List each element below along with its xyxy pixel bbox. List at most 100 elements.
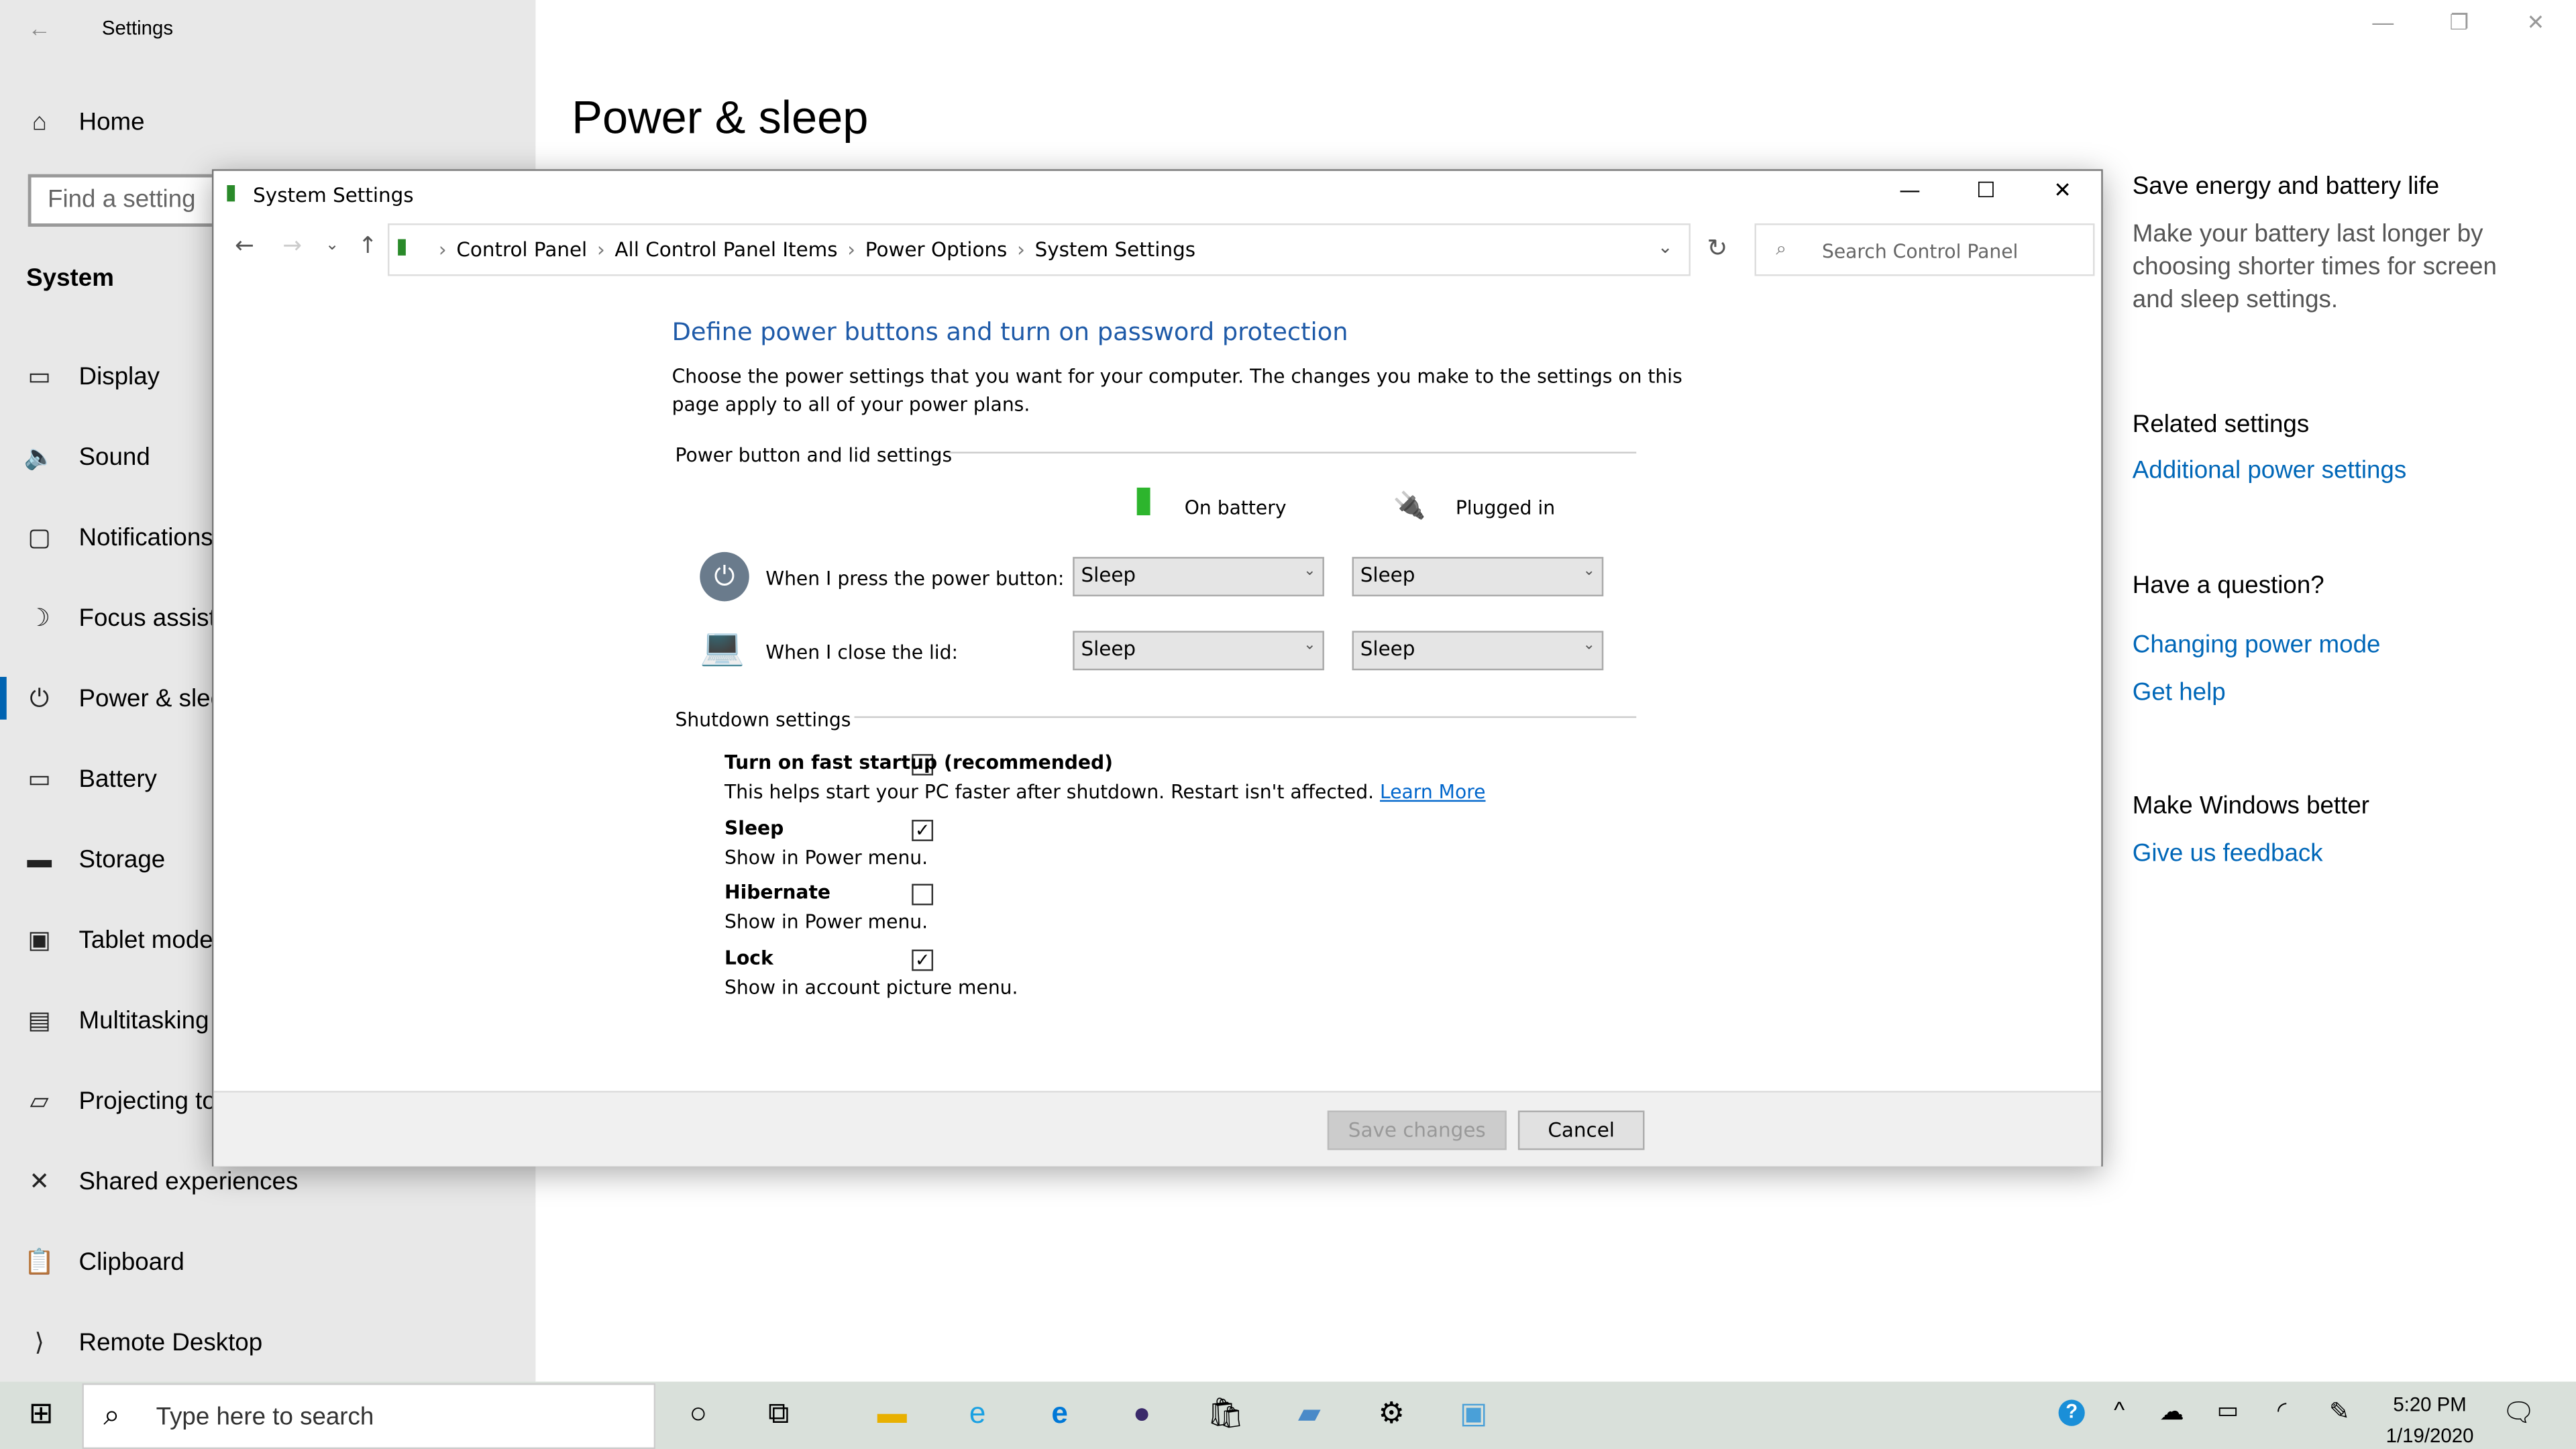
breadcrumb-item[interactable]: System Settings xyxy=(1035,238,1195,261)
action-center-icon[interactable]: 🗨 xyxy=(2494,1397,2543,1430)
power-options-icon: ▮ xyxy=(396,235,408,260)
search-control-panel-input[interactable]: ⌕ Search Control Panel xyxy=(1754,223,2095,276)
back-arrow-icon[interactable]: ← xyxy=(235,233,254,260)
sidebar-item-label: Shared experiences xyxy=(78,1167,299,1195)
breadcrumb: › Control Panel › All Control Panel Items › P… xyxy=(429,238,1195,261)
store-icon[interactable]: 🛍 xyxy=(1201,1397,1250,1431)
sidebar-item-home[interactable]: ⌂ Home xyxy=(0,89,535,154)
dialog-close-button[interactable]: ✕ xyxy=(2053,179,2072,204)
back-button[interactable]: ← xyxy=(28,15,51,41)
dialog-minimize-button[interactable]: — xyxy=(1899,179,1921,204)
option-label[interactable]: Turn on fast startup (recommended) xyxy=(724,751,1113,773)
task-view-icon[interactable]: ⧉ xyxy=(754,1397,803,1431)
breadcrumb-item[interactable]: All Control Panel Items xyxy=(614,238,837,261)
sidebar-item-remote-desktop[interactable]: ⟩ Remote Desktop xyxy=(0,1309,535,1375)
breadcrumb-item[interactable]: Control Panel xyxy=(456,238,587,261)
intro-text: Choose the power settings that you want … xyxy=(672,364,1682,388)
address-dropdown-icon[interactable]: ⌄ xyxy=(1658,237,1673,258)
right-heading: Save energy and battery life xyxy=(2132,172,2440,201)
group-label: Power button and lid settings xyxy=(675,443,953,467)
lid-plugged-select[interactable]: Sleep ⌄ xyxy=(1352,631,1604,671)
additional-power-settings-link[interactable]: Additional power settings xyxy=(2133,457,2406,485)
clock[interactable]: 5:20 PM 1/19/2020 xyxy=(2366,1390,2494,1449)
start-button[interactable]: ⊞ xyxy=(16,1397,65,1431)
close-button[interactable]: ✕ xyxy=(2527,10,2545,36)
dialog-title: System Settings xyxy=(253,184,414,207)
option-label[interactable]: Hibernate xyxy=(724,881,830,904)
section-title: System xyxy=(26,264,114,292)
show-hidden-icons-chevron[interactable]: ^ xyxy=(2094,1397,2143,1423)
laptop-lid-icon: 💻 xyxy=(700,627,745,669)
dialog-heading: Define power buttons and turn on passwor… xyxy=(672,317,1348,347)
breadcrumb-item[interactable]: Power Options xyxy=(865,238,1008,261)
learn-more-link[interactable]: Learn More xyxy=(1380,780,1486,803)
wifi-icon[interactable]: ◜ xyxy=(2257,1397,2306,1425)
share-icon: ✕ xyxy=(29,1168,50,1196)
dialog-maximize-button[interactable]: ☐ xyxy=(1976,179,1996,204)
sidebar-item-label: Battery xyxy=(78,765,157,793)
give-feedback-link[interactable]: Give us feedback xyxy=(2133,839,2323,867)
chevron-right-icon: › xyxy=(596,238,605,262)
internet-explorer-icon[interactable]: e xyxy=(953,1397,1002,1431)
laptop-app-icon[interactable]: ▰ xyxy=(1285,1397,1334,1431)
save-changes-button[interactable]: Save changes xyxy=(1327,1110,1507,1150)
time: 5:20 PM xyxy=(2393,1393,2467,1417)
power-button-plugged-select[interactable]: Sleep ⌄ xyxy=(1352,557,1604,596)
option-description: Show in Power menu. xyxy=(724,910,928,934)
question-heading: Have a question? xyxy=(2132,572,2324,600)
related-settings-heading: Related settings xyxy=(2132,411,2310,439)
intro-text: page apply to all of your power plans. xyxy=(672,392,1030,416)
col-plugged-in: Plugged in xyxy=(1455,496,1556,519)
up-arrow-icon[interactable]: ↑ xyxy=(358,233,378,260)
option-description: Show in account picture menu. xyxy=(724,975,1018,998)
sidebar-item-label: Clipboard xyxy=(78,1248,184,1276)
forward-arrow-icon[interactable]: → xyxy=(282,233,302,260)
edge-icon[interactable]: e xyxy=(1035,1397,1084,1431)
sidebar-item-label: Tablet mode xyxy=(78,926,213,954)
file-explorer-icon[interactable]: ▬ xyxy=(867,1397,916,1431)
checkbox-hibernate[interactable] xyxy=(912,883,934,906)
home-label: Home xyxy=(78,107,145,136)
power-icon: ⏻ xyxy=(30,684,50,712)
changing-power-mode-link[interactable]: Changing power mode xyxy=(2133,631,2381,659)
checkbox-lock[interactable]: ✓ xyxy=(912,949,934,971)
onedrive-icon[interactable]: ☁ xyxy=(2147,1397,2196,1426)
power-button-label: When I press the power button: xyxy=(765,566,1065,590)
battery-status-icon[interactable]: ▭ xyxy=(2203,1397,2252,1425)
taskbar-search-box[interactable]: ⌕ Type here to search xyxy=(82,1383,656,1449)
option-label[interactable]: Lock xyxy=(724,945,773,968)
multitasking-icon: ▤ xyxy=(28,1007,52,1035)
date: 1/19/2020 xyxy=(2385,1424,2474,1448)
search-icon: ⌕ xyxy=(103,1398,121,1432)
home-icon: ⌂ xyxy=(32,107,47,136)
address-bar[interactable]: ▮ › Control Panel › All Control Panel Items… xyxy=(387,223,1691,276)
cortana-icon[interactable]: ○ xyxy=(674,1397,722,1431)
settings-gear-icon[interactable]: ⚙ xyxy=(1367,1397,1416,1431)
search-icon: ⌕ xyxy=(1776,236,1787,260)
pen-icon[interactable]: ✎ xyxy=(2315,1397,2364,1426)
media-app-icon[interactable]: ● xyxy=(1117,1397,1166,1431)
help-icon[interactable]: ? xyxy=(2058,1399,2085,1426)
checkbox-sleep[interactable]: ✓ xyxy=(912,818,934,841)
cancel-button[interactable]: Cancel xyxy=(1517,1110,1645,1150)
power-button-icon: ⏻ xyxy=(700,551,749,602)
get-help-link[interactable]: Get help xyxy=(2133,678,2226,706)
lid-battery-select[interactable]: Sleep ⌄ xyxy=(1073,631,1324,671)
restore-button[interactable]: ❐ xyxy=(2449,10,2469,36)
clipboard-icon: 📋 xyxy=(23,1248,55,1277)
sidebar-item-label: Multitasking xyxy=(78,1006,209,1034)
recent-chevron-icon[interactable]: ⌄ xyxy=(325,237,339,255)
minimize-button[interactable]: — xyxy=(2372,10,2394,35)
sidebar-item-clipboard[interactable]: 📋 Clipboard xyxy=(0,1229,535,1295)
power-button-battery-select[interactable]: Sleep ⌄ xyxy=(1073,557,1324,596)
search-placeholder: Type here to search xyxy=(156,1403,374,1432)
page-title: Power & sleep xyxy=(572,92,869,144)
sidebar-item-label: Sound xyxy=(78,443,150,471)
control-panel-icon[interactable]: ▣ xyxy=(1449,1397,1498,1431)
battery-icon: ▮ xyxy=(1133,480,1154,521)
storage-icon: ▬ xyxy=(27,845,52,873)
option-label[interactable]: Sleep xyxy=(724,816,784,839)
refresh-icon[interactable]: ↻ xyxy=(1707,233,1728,263)
projector-icon: ▱ xyxy=(30,1087,49,1116)
sidebar-item-label: Storage xyxy=(78,845,166,873)
